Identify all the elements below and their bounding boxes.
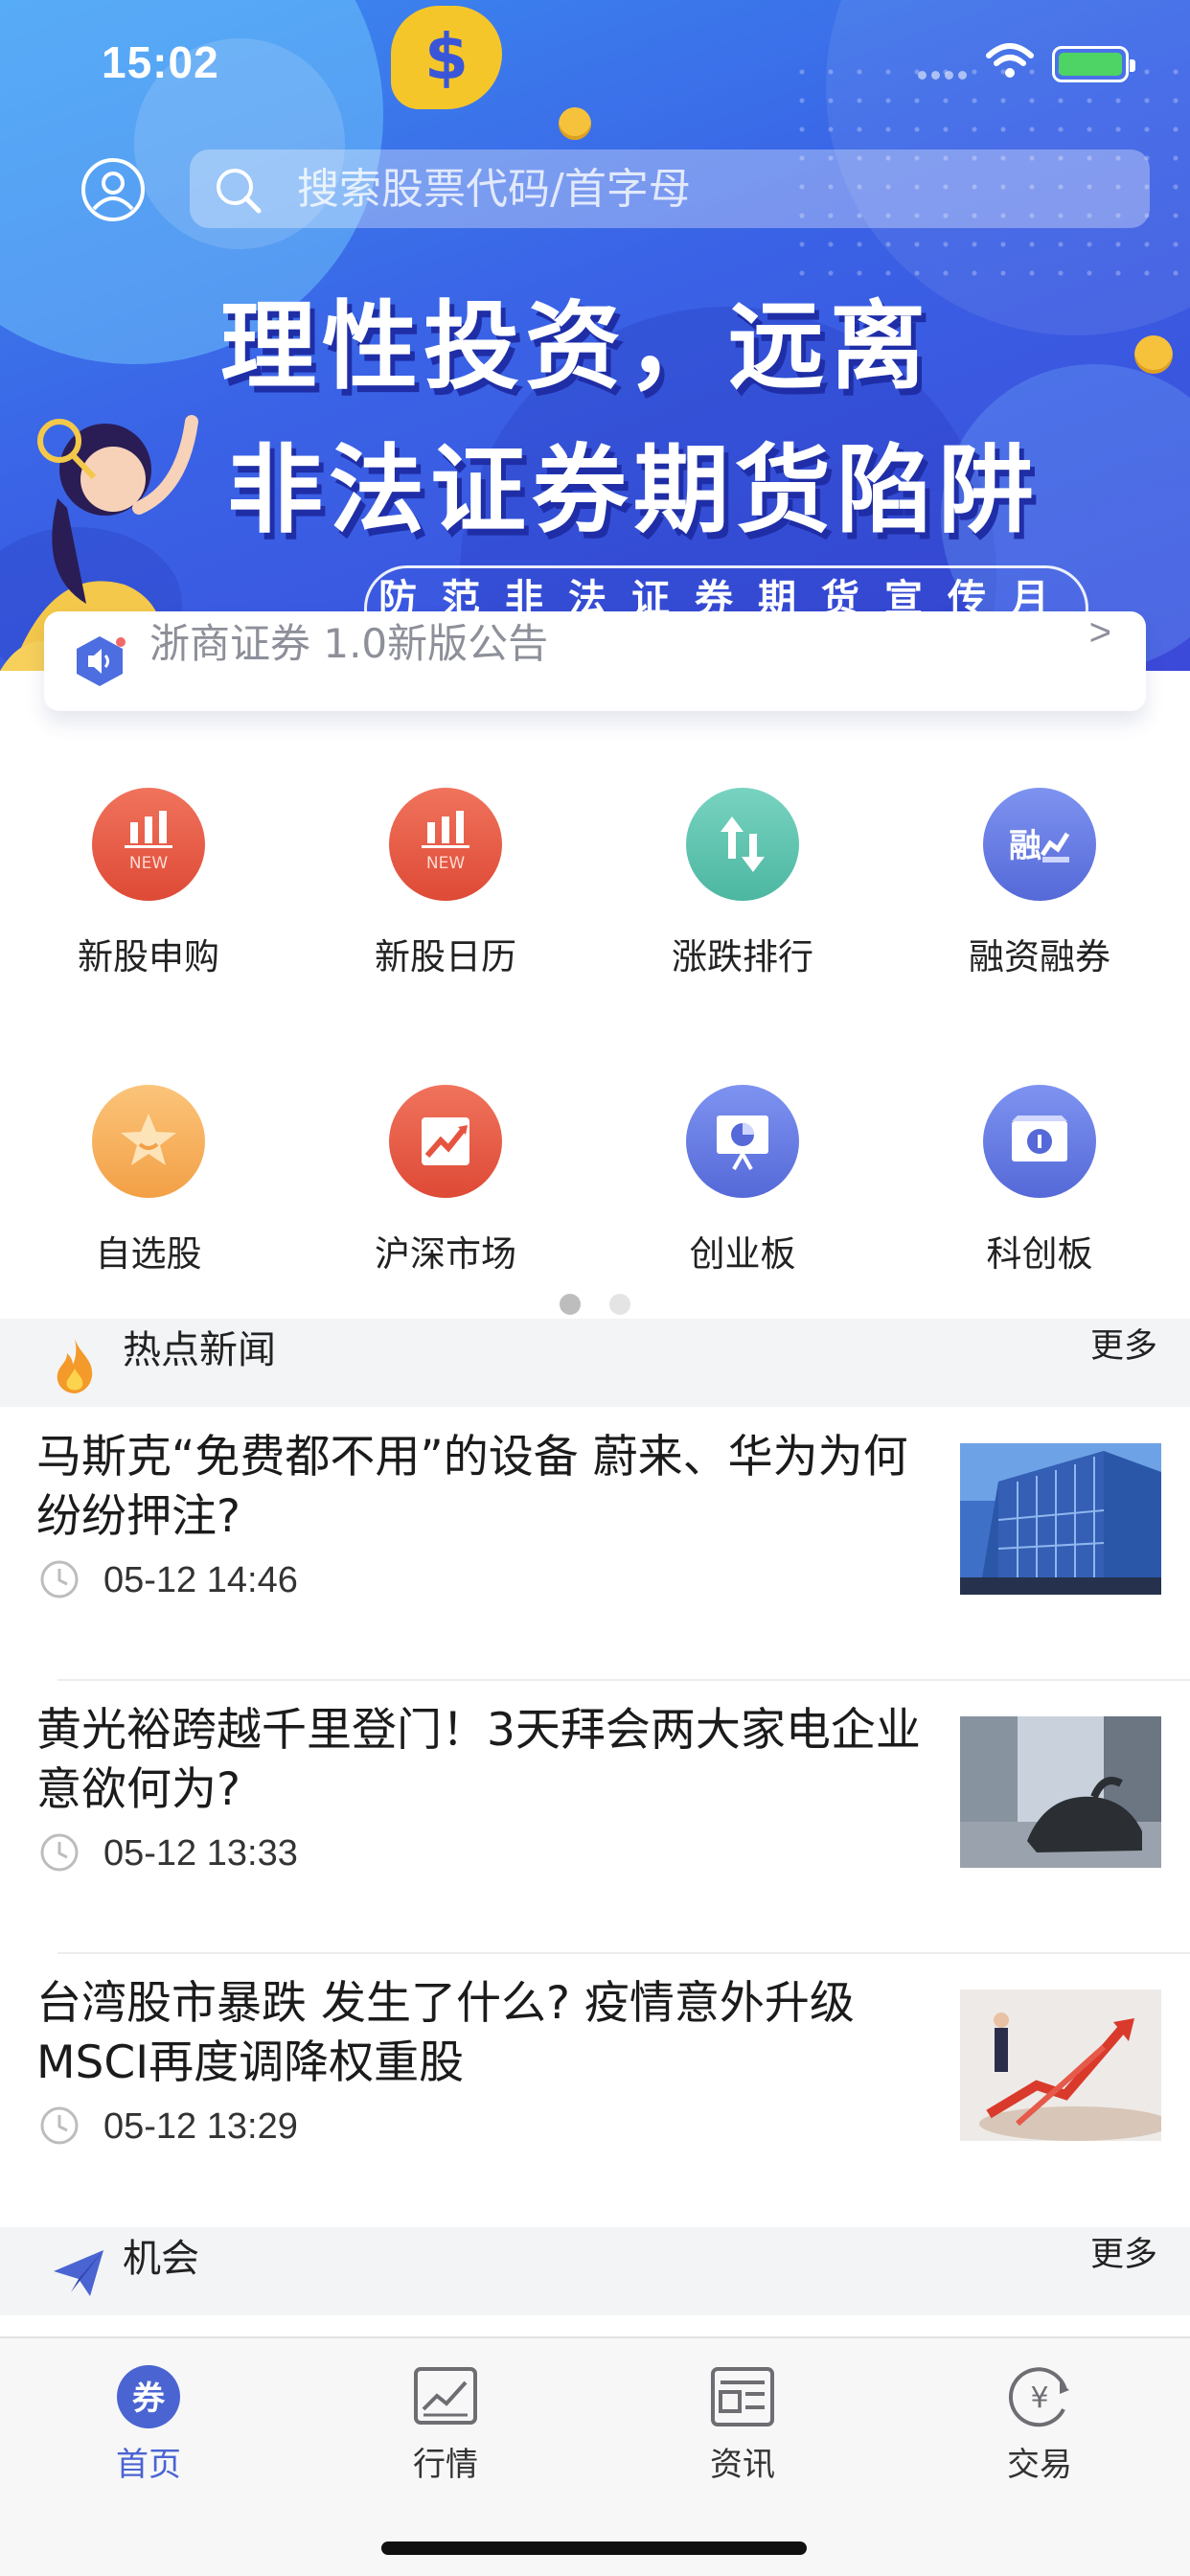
search-input[interactable]	[297, 150, 1121, 228]
paper-plane-icon	[54, 2250, 103, 2296]
menu-item-margin-trading[interactable]: 融 融资融券	[891, 788, 1188, 979]
menu-item-label: 创业板	[689, 1233, 796, 1275]
wifi-icon	[986, 43, 1034, 78]
speaker-icon	[77, 636, 126, 686]
battery-icon	[1052, 46, 1135, 82]
voucher-icon: 券	[117, 2365, 180, 2428]
svg-text:¥: ¥	[1030, 2381, 1048, 2415]
tab-news[interactable]: 资讯	[594, 2338, 891, 2484]
menu-item-label: 科创板	[986, 1233, 1093, 1275]
presentation-board-icon	[686, 1085, 799, 1198]
announcement-bar[interactable]: 浙商证券 1.0新版公告 >	[44, 611, 1146, 711]
margin-trading-icon: 融	[983, 788, 1096, 901]
news-title: 台湾股市暴跌 发生了什么? 疫情意外升级 MSCI再度调降权重股	[36, 1977, 855, 2089]
new-stock-icon: NEW	[92, 788, 205, 901]
svg-text:NEW: NEW	[426, 854, 465, 873]
svg-text:券: 券	[132, 2380, 166, 2418]
hot-news-header: 热点新闻 更多	[0, 1319, 1190, 1407]
clock-icon	[40, 1833, 79, 1872]
tab-trade[interactable]: ¥ 交易	[891, 2338, 1188, 2484]
menu-item-label: 涨跌排行	[672, 936, 813, 978]
trend-chart-icon	[389, 1085, 502, 1198]
news-timestamp: 05-12 13:33	[103, 1833, 298, 1874]
menu-item-watchlist[interactable]: 自选股	[0, 1085, 297, 1276]
search-icon	[217, 169, 262, 214]
yuan-icon: ¥	[1008, 2367, 1069, 2427]
chevron-right-icon: >	[1088, 611, 1111, 654]
tab-label: 资讯	[710, 2446, 775, 2484]
news-icon	[711, 2367, 774, 2426]
clock-icon	[40, 1560, 79, 1598]
menu-item-shanghai-shenzhen-market[interactable]: 沪深市场	[297, 1085, 594, 1276]
menu-item-star-market[interactable]: 科创板	[891, 1085, 1188, 1276]
tab-label: 行情	[413, 2446, 478, 2484]
svg-text:融: 融	[1009, 827, 1041, 865]
menu-item-ipo-calendar[interactable]: NEW 新股日历	[297, 788, 594, 979]
menu-item-label: 新股日历	[375, 936, 516, 978]
news-timestamp: 05-12 14:46	[103, 1560, 298, 1600]
market-chart-icon	[414, 2367, 477, 2425]
news-thumbnail-image	[960, 1443, 1161, 1595]
menu-item-label: 沪深市场	[375, 1233, 516, 1275]
flame-icon	[57, 1338, 93, 1393]
tab-market[interactable]: 行情	[297, 2338, 594, 2484]
new-stock-calendar-icon: NEW	[389, 788, 502, 901]
page-dot	[609, 1294, 630, 1315]
tab-bar: 券 首页 行情 资讯 ¥ 交易	[0, 2336, 1190, 2576]
more-link[interactable]: 更多	[1090, 1319, 1157, 1368]
svg-text:NEW: NEW	[129, 854, 168, 873]
news-title: 马斯克“免费都不用”的设备 蔚来、华为为何纷纷押注?	[36, 1431, 908, 1543]
announcement-text: 浙商证券 1.0新版公告	[149, 620, 549, 667]
up-down-arrows-icon	[686, 788, 799, 901]
tab-home[interactable]: 券 首页	[0, 2338, 297, 2484]
science-board-icon	[983, 1085, 1096, 1198]
news-thumbnail-image	[960, 1716, 1161, 1868]
user-profile-icon[interactable]	[80, 157, 146, 222]
menu-item-label: 新股申购	[78, 936, 219, 978]
banner-headline: 理性投资，远离	[220, 290, 931, 402]
search-bar[interactable]	[190, 150, 1150, 228]
menu-item-ipo-subscription[interactable]: NEW 新股申购	[0, 788, 297, 979]
status-bar: 15:02	[0, 0, 1190, 125]
news-item[interactable]: 台湾股市暴跌 发生了什么? 疫情意外升级 MSCI再度调降权重股 05-12 1…	[0, 1953, 1190, 2225]
menu-item-chinext[interactable]: 创业板	[594, 1085, 891, 1276]
news-title: 黄光裕跨越千里登门！3天拜会两大家电企业 意欲何为?	[36, 1704, 921, 1816]
home-indicator[interactable]	[381, 2542, 807, 2555]
news-item[interactable]: 黄光裕跨越千里登门！3天拜会两大家电企业 意欲何为? 05-12 13:33	[0, 1680, 1190, 1952]
menu-item-label: 自选股	[95, 1233, 202, 1275]
menu-item-gainers-losers[interactable]: 涨跌排行	[594, 788, 891, 979]
star-icon	[92, 1085, 205, 1198]
section-title: 机会	[123, 2237, 199, 2281]
tab-label: 交易	[1007, 2446, 1072, 2484]
clock-icon	[40, 2106, 79, 2145]
section-title: 热点新闻	[123, 1328, 276, 1372]
tab-label: 首页	[116, 2446, 181, 2484]
more-link[interactable]: 更多	[1090, 2227, 1157, 2276]
page-indicator[interactable]	[560, 1294, 659, 1319]
news-thumbnail-image	[960, 1990, 1161, 2141]
page-dot-active	[560, 1294, 581, 1315]
banner-headline: 非法证券期货陷阱	[227, 434, 1040, 546]
menu-item-label: 融资融券	[969, 936, 1110, 978]
status-time: 15:02	[102, 37, 219, 87]
opportunity-header: 机会 更多	[0, 2227, 1190, 2315]
news-item[interactable]: 马斯克“免费都不用”的设备 蔚来、华为为何纷纷押注? 05-12 14:46	[0, 1407, 1190, 1679]
news-timestamp: 05-12 13:29	[103, 2106, 298, 2147]
